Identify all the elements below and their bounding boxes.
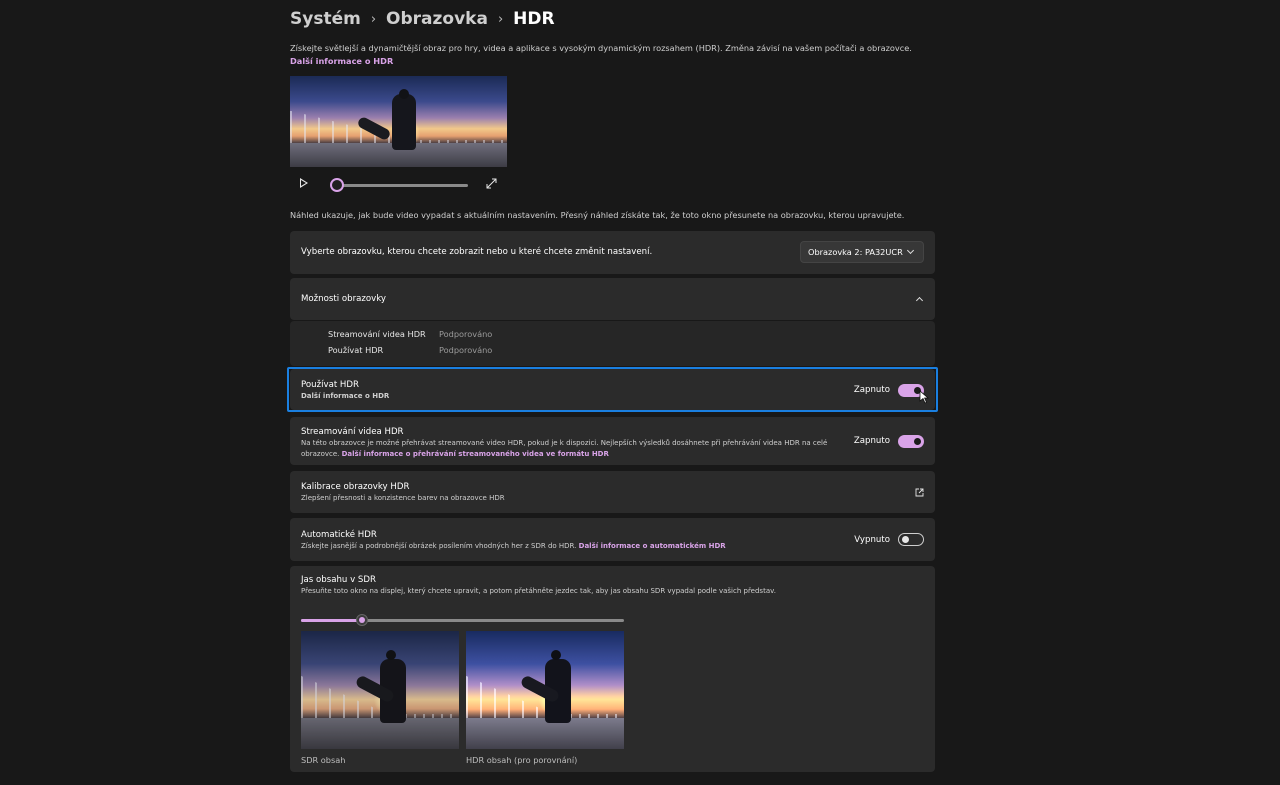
sdr-brightness-slider-track[interactable] xyxy=(301,619,624,622)
intro-text: Získejte světlejší a dynamičtější obraz … xyxy=(290,42,930,68)
sdr-brightness-slider-thumb[interactable] xyxy=(356,614,369,626)
breadcrumb: Systém › Obrazovka › HDR xyxy=(290,6,555,32)
breadcrumb-display[interactable]: Obrazovka xyxy=(386,9,488,29)
auto-hdr-title: Automatické HDR xyxy=(301,530,377,540)
focus-ring xyxy=(287,367,938,412)
auto-hdr-card: Automatické HDR Získejte jasnější a podr… xyxy=(290,518,935,561)
breadcrumb-separator-icon: › xyxy=(370,11,377,27)
auto-hdr-desc: Získejte jasnější a podrobnější obrázek … xyxy=(301,541,726,552)
info-label-streaming: Streamování videa HDR xyxy=(328,329,426,339)
hdr-calibration-card[interactable]: Kalibrace obrazovky HDR Zlepšení přesnos… xyxy=(290,471,935,513)
sdr-content-image xyxy=(301,631,459,749)
auto-hdr-learn-more-link[interactable]: Další informace o automatickém HDR xyxy=(579,542,726,550)
intro-description: Získejte světlejší a dynamičtější obraz … xyxy=(290,43,912,53)
display-dropdown[interactable]: Obrazovka 2: PA32UCR xyxy=(800,241,924,263)
chevron-up-icon[interactable] xyxy=(915,296,924,305)
page-title: HDR xyxy=(513,9,555,29)
display-select-card: Vyberte obrazovku, kterou chcete zobrazi… xyxy=(290,231,935,274)
hdr-streaming-card: Streamování videa HDR Na této obrazovce … xyxy=(290,417,935,465)
hdr-streaming-state: Zapnuto xyxy=(853,436,890,446)
hdr-streaming-title: Streamování videa HDR xyxy=(301,427,404,437)
auto-hdr-state: Vypnuto xyxy=(854,535,890,545)
sdr-brightness-title: Jas obsahu v SDR xyxy=(301,575,376,585)
hdr-content-image xyxy=(466,631,624,749)
learn-more-hdr-link[interactable]: Další informace o HDR xyxy=(290,56,393,66)
sdr-brightness-desc: Přesuňte toto okno na displej, který chc… xyxy=(301,587,776,595)
info-label-use-hdr: Používat HDR xyxy=(328,345,384,355)
video-scrubber-thumb[interactable] xyxy=(330,178,344,192)
sdr-content-label: SDR obsah xyxy=(301,755,346,765)
info-value-use-hdr: Podporováno xyxy=(439,345,493,355)
hdr-content-label: HDR obsah (pro porovnání) xyxy=(466,755,578,765)
breadcrumb-system[interactable]: Systém xyxy=(290,9,361,29)
auto-hdr-toggle[interactable] xyxy=(898,533,924,546)
display-options-header[interactable]: Možnosti obrazovky xyxy=(290,278,935,320)
hdr-calibration-title: Kalibrace obrazovky HDR xyxy=(301,482,410,492)
display-dropdown-value: Obrazovka 2: PA32UCR xyxy=(808,247,903,257)
display-options-body: Streamování videa HDR Podporováno Použív… xyxy=(290,321,935,366)
chevron-down-icon xyxy=(906,246,915,255)
sdr-brightness-slider-fill xyxy=(301,619,363,622)
auto-hdr-desc-text: Získejte jasnější a podrobnější obrázek … xyxy=(301,542,577,550)
video-scrubber-track[interactable] xyxy=(335,184,468,187)
preview-note: Náhled ukazuje, jak bude video vypadat s… xyxy=(290,210,905,220)
hdr-streaming-learn-more-link[interactable]: Další informace o přehrávání streamované… xyxy=(342,450,609,458)
sdr-brightness-card: Jas obsahu v SDR Přesuňte toto okno na d… xyxy=(290,566,935,772)
play-icon[interactable] xyxy=(300,178,308,188)
hdr-streaming-desc: Na této obrazovce je možné přehrávat str… xyxy=(301,438,831,460)
hdr-calibration-desc: Zlepšení přesnosti a konzistence barev n… xyxy=(301,494,505,502)
breadcrumb-separator-icon: › xyxy=(497,11,504,27)
display-select-label: Vyberte obrazovku, kterou chcete zobrazi… xyxy=(301,247,653,257)
info-value-streaming: Podporováno xyxy=(439,329,493,339)
display-options-title: Možnosti obrazovky xyxy=(301,294,386,304)
expand-icon[interactable] xyxy=(486,178,497,189)
video-preview xyxy=(290,76,507,167)
hdr-streaming-toggle[interactable] xyxy=(898,435,924,448)
video-controls xyxy=(290,174,507,194)
external-link-icon[interactable] xyxy=(915,488,924,497)
